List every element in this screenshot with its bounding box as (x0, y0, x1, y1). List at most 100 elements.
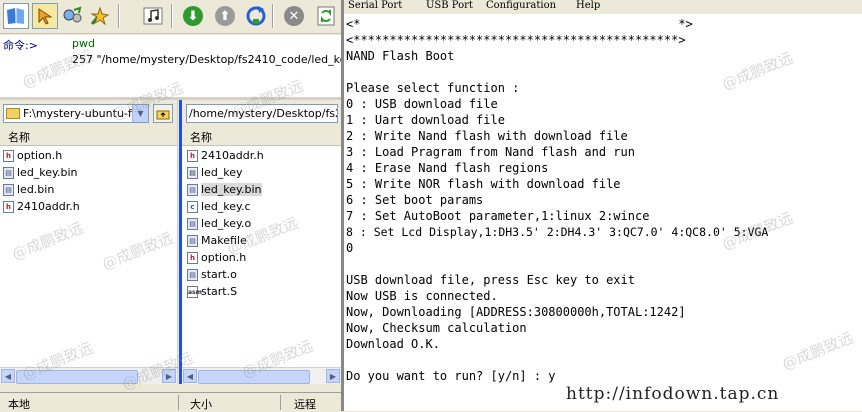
name-column-label: 名称 (8, 131, 30, 144)
status-divider (178, 395, 179, 410)
status-size-label: 大小 (190, 398, 212, 411)
remote-column-header[interactable]: 名称 (182, 128, 341, 146)
terminal-line: NAND Flash Boot (346, 49, 455, 63)
up-folder-icon (156, 110, 170, 119)
local-pane: F:\mystery-ubuntu-ftp ▼ 名称 h option.h ▤ le… (0, 100, 178, 384)
terminal-line: 5 : Write NOR flash with download file (346, 177, 621, 191)
status-divider (280, 395, 281, 410)
h-file-icon: h (187, 149, 198, 162)
status-remote-label: 远程 (294, 398, 316, 411)
terminal-line: 7 : Set AutoBoot parameter,1:linux 2:win… (346, 209, 650, 223)
local-path-bar: F:\mystery-ubuntu-ftp ▼ (0, 100, 177, 128)
terminal-line: 3 : Load Pragram from Nand flash and run (346, 145, 635, 159)
local-column-header[interactable]: 名称 (0, 128, 177, 146)
credit-url: http://infodown.tap.cn (566, 384, 780, 404)
upload-icon[interactable]: ⬆ (212, 3, 238, 29)
bin-file-icon: ▤ (187, 268, 198, 281)
pointer-icon[interactable] (32, 3, 58, 29)
status-local-label: 本地 (8, 398, 30, 411)
local-path-select[interactable]: F:\mystery-ubuntu-ftp ▼ (3, 104, 149, 123)
c-file-icon: c (187, 200, 198, 213)
scroll-right-icon[interactable]: ▶ (326, 369, 340, 383)
remote-pane: /home/mystery/Desktop/fs2410 名称 h2410add… (179, 100, 341, 384)
folder-icon (6, 108, 20, 119)
list-item[interactable]: ▤ start.o (187, 266, 264, 283)
terminal-line: <***************************************… (346, 33, 686, 47)
list-item[interactable]: h option.h (3, 147, 80, 164)
command-prompt: 命令:> (3, 39, 38, 52)
parent-folder-button[interactable] (153, 104, 173, 123)
terminal-line: 4 : Erase Nand flash regions (346, 161, 549, 175)
name-column-label: 名称 (190, 131, 212, 144)
sync-icon[interactable] (313, 3, 339, 29)
bin-file-icon: ▤ (187, 183, 198, 196)
menu-usb-port[interactable]: USB Port (426, 0, 473, 11)
terminal-line: 2 : Write Nand flash with download file (346, 129, 628, 143)
bin-file-icon: ▤ (187, 234, 198, 247)
h-file-icon: h (3, 200, 14, 213)
terminal-line: Now, Downloading [ADDRESS:30800000h,TOTA… (346, 305, 686, 319)
list-item[interactable]: asm start.S (187, 283, 264, 300)
download-icon[interactable]: ⬇ (180, 3, 206, 29)
remote-scrollbar[interactable]: ◀ ▶ (182, 367, 341, 384)
terminal-line: 6 : Set boot params (346, 193, 484, 207)
menu-configuration[interactable]: Configuration (486, 0, 556, 11)
refresh-icon[interactable] (243, 3, 269, 29)
response-line: 257 "/home/mystery/Desktop/fs2410_code/l… (72, 53, 358, 66)
list-item[interactable]: h 2410addr.h (3, 198, 80, 215)
terminal-line: USB download file, press Esc key to exit (346, 273, 635, 287)
bin-file-icon: ▤ (3, 166, 14, 179)
bin-file-icon: ▤ (187, 217, 198, 230)
connect-icon[interactable] (60, 3, 86, 29)
list-item[interactable]: h 2410addr.h (187, 147, 264, 164)
chevron-down-icon[interactable]: ▼ (132, 105, 148, 122)
terminal-line: Download O.K. (346, 337, 440, 351)
list-item[interactable]: ▤ Makefile (187, 232, 264, 249)
list-item[interactable]: ▤ led_key.o (187, 215, 264, 232)
bin-file-icon: ▤ (3, 183, 14, 196)
h-file-icon: h (187, 251, 198, 264)
terminal-line: Please select function : (346, 81, 520, 95)
local-scrollbar[interactable]: ◀ ▶ (0, 367, 177, 384)
toolbar-separator (171, 4, 173, 28)
music-note-icon[interactable] (140, 3, 166, 29)
list-item[interactable]: ▤ led_key (187, 164, 264, 181)
local-file-list: h option.h ▤ led_key.bin ▤ led.bin h 2410add… (3, 147, 80, 215)
remote-file-list: h 2410addr.h ▤ led_key ▤ led_key.bin c led_k… (187, 147, 264, 300)
disconnect-icon[interactable] (88, 3, 114, 29)
command-log: 命令:> pwd 257 "/home/mystery/Desktop/fs24… (0, 35, 358, 97)
terminal-line: Do you want to run? [y/n] : y (346, 369, 556, 383)
list-item-selected[interactable]: ▤ led_key.bin (187, 181, 264, 198)
scroll-left-icon[interactable]: ◀ (183, 369, 197, 383)
remote-path-bar: /home/mystery/Desktop/fs2410 (182, 100, 341, 128)
toolbar: ⬇ ⬆ ✕ (0, 0, 341, 34)
scroll-left-icon[interactable]: ◀ (1, 369, 15, 383)
list-item[interactable]: ▤ led.bin (3, 181, 80, 198)
book-icon[interactable] (3, 3, 29, 29)
toolbar-separator (272, 4, 274, 28)
terminal-line: Now USB is connected. (346, 289, 498, 303)
exe-file-icon: ▤ (187, 166, 198, 179)
terminal-line: 0 : USB download file (346, 97, 498, 111)
terminal-line: Now, Checksum calculation (346, 321, 527, 335)
list-item[interactable]: ▤ led_key.bin (3, 164, 80, 181)
terminal-line: 1 : Uart download file (346, 113, 505, 127)
h-file-icon: h (3, 149, 14, 162)
list-item[interactable]: c led_key.c (187, 198, 264, 215)
local-path-text: F:\mystery-ubuntu-ftp (23, 107, 132, 120)
asm-file-icon: asm (187, 285, 202, 298)
scroll-thumb[interactable] (16, 370, 138, 384)
list-item[interactable]: h option.h (187, 249, 264, 266)
terminal-output[interactable]: <* *> <*********************************… (344, 14, 862, 411)
remote-path-field[interactable]: /home/mystery/Desktop/fs2410 (186, 104, 338, 123)
menu-bar: Serial Port USB Port Configuration Help (344, 0, 862, 14)
menu-help[interactable]: Help (576, 0, 600, 11)
terminal-line: 0 (346, 241, 354, 255)
status-bar: 本地 大小 远程 (0, 392, 341, 411)
scroll-right-icon[interactable]: ▶ (162, 369, 176, 383)
command-line: pwd (72, 37, 95, 50)
toolbar-separator (118, 4, 120, 28)
menu-serial-port[interactable]: Serial Port (348, 0, 402, 11)
scroll-thumb[interactable] (198, 370, 310, 384)
stop-icon[interactable]: ✕ (281, 3, 307, 29)
